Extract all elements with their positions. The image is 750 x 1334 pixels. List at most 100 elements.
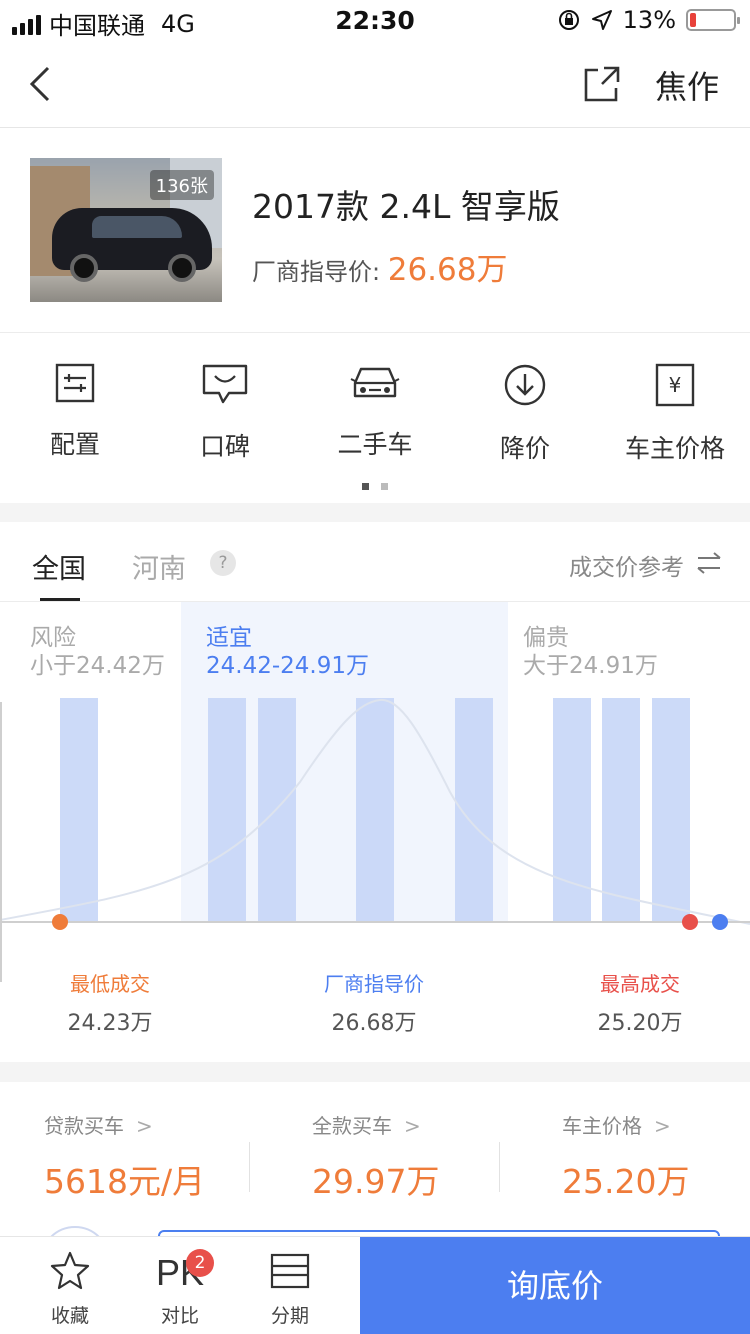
compare-count-badge: 2 [186, 1249, 214, 1277]
loan-option[interactable]: 贷款买车 > 5618元/月 [44, 1110, 205, 1203]
owner-price-label: 车主价格 [562, 1114, 642, 1138]
status-bar: 中国联通 4G 22:30 13% [0, 0, 750, 40]
swap-icon[interactable] [696, 550, 722, 576]
highest-price-dot [682, 914, 698, 930]
installment-button[interactable]: 分期 [240, 1249, 340, 1328]
region-tabs: 全国 河南 ? 成交价参考 [0, 522, 750, 602]
help-icon[interactable]: ? [210, 550, 236, 576]
func-label: 口碑 [199, 432, 250, 461]
tab-underline [40, 598, 80, 601]
func-label: 车主价格 [624, 434, 725, 463]
stat-guide-value: 26.68万 [331, 1011, 417, 1036]
share-icon[interactable] [582, 64, 622, 104]
car-header: 136张 2017款 2.4L 智享版 厂商指导价: 26.68万 [0, 128, 750, 333]
function-grid: 配置 口碑 二手车 降价 ¥ 车主价格 [0, 333, 750, 503]
svg-text:¥: ¥ [669, 373, 682, 397]
full-payment-label: 全款买车 [312, 1114, 392, 1138]
guide-price-value: 26.68万 [387, 252, 508, 288]
func-label: 降价 [499, 434, 550, 463]
func-label: 配置 [49, 430, 100, 459]
zone-fair-range: 24.42-24.91万 [206, 653, 369, 679]
func-used-car[interactable]: 二手车 [300, 363, 450, 461]
section-divider [0, 503, 750, 522]
owner-price-value: 25.20万 [562, 1162, 690, 1201]
loan-label: 贷款买车 [44, 1114, 124, 1138]
full-payment-option[interactable]: 全款买车 > 29.97万 [312, 1110, 439, 1203]
zone-fair: 适宜 24.42-24.91万 [206, 624, 369, 680]
stat-lowest: 最低成交 24.23万 [30, 968, 190, 1037]
price-reference-label[interactable]: 成交价参考 [569, 548, 684, 582]
chevron-right-icon: > [654, 1114, 671, 1138]
stat-highest-value: 25.20万 [597, 1011, 683, 1036]
stat-guide: 厂商指导价 26.68万 [294, 968, 454, 1037]
zone-risk: 风险 小于24.42万 [30, 624, 165, 680]
favorite-button[interactable]: 收藏 [20, 1249, 120, 1328]
compare-button[interactable]: PK 2 对比 [130, 1249, 230, 1328]
favorite-label: 收藏 [50, 1305, 89, 1327]
tab-national[interactable]: 全国 [32, 547, 86, 586]
price-bar-2 [208, 698, 246, 922]
price-bar-6 [553, 698, 591, 922]
price-bar-8 [652, 698, 690, 922]
loan-value: 5618元/月 [44, 1162, 206, 1201]
stat-guide-label: 厂商指导价 [324, 972, 424, 996]
zone-fair-title: 适宜 [206, 625, 252, 651]
guide-price-label: 厂商指导价: [252, 258, 381, 286]
price-bar-1 [60, 698, 98, 922]
func-price-drop[interactable]: 降价 [450, 363, 600, 465]
car-title: 2017款 2.4L 智享版 [252, 187, 560, 226]
stat-lowest-label: 最低成交 [70, 972, 150, 996]
divider [499, 1142, 500, 1192]
zone-risk-range: 小于24.42万 [30, 653, 165, 679]
chevron-right-icon: > [136, 1114, 153, 1138]
stat-highest-label: 最高成交 [600, 972, 680, 996]
func-comment[interactable]: 口碑 [150, 363, 300, 463]
config-icon [55, 363, 95, 403]
stat-highest: 最高成交 25.20万 [560, 968, 720, 1037]
page-indicator [0, 483, 750, 490]
purchase-options: 贷款买车 > 5618元/月 全款买车 > 29.97万 车主价格 > 25.20万 [0, 1082, 750, 1232]
zone-expensive-title: 偏贵 [523, 625, 569, 651]
card-icon [270, 1253, 310, 1289]
comment-icon [202, 364, 248, 404]
price-bar-4 [356, 698, 394, 922]
section-divider [0, 1062, 750, 1082]
nav-bar: 焦作 [0, 40, 750, 128]
zone-risk-title: 风险 [30, 625, 76, 651]
battery-percent: 13% [622, 6, 676, 34]
price-distribution-chart: 风险 小于24.42万 适宜 24.42-24.91万 偏贵 大于24.91万 … [0, 602, 750, 1062]
car-photo[interactable]: 136张 [30, 158, 222, 302]
bottom-bar: 收藏 PK 2 对比 分期 询底价 [0, 1236, 750, 1334]
func-owner-price[interactable]: ¥ 车主价格 [600, 363, 750, 465]
zone-expensive: 偏贵 大于24.91万 [523, 624, 658, 680]
guide-price: 厂商指导价: 26.68万 [252, 244, 507, 289]
battery-icon [686, 9, 740, 31]
price-bar-7 [602, 698, 640, 922]
owner-price-option[interactable]: 车主价格 > 25.20万 [562, 1110, 689, 1203]
pk-icon: PK [155, 1252, 205, 1293]
owner-price-icon: ¥ [655, 363, 695, 407]
lowest-price-dot [52, 914, 68, 930]
zone-expensive-range: 大于24.91万 [523, 653, 658, 679]
guide-price-dot [712, 914, 728, 930]
price-drop-icon [504, 364, 546, 406]
stat-lowest-value: 24.23万 [67, 1011, 153, 1036]
photo-count-badge: 136张 [149, 170, 214, 200]
used-car-icon [350, 367, 400, 398]
func-label: 二手车 [337, 430, 413, 459]
city-selector[interactable]: 焦作 [655, 62, 719, 108]
divider [249, 1142, 250, 1192]
tab-henan[interactable]: 河南 [132, 547, 186, 586]
price-bar-3 [258, 698, 296, 922]
chevron-right-icon: > [404, 1114, 421, 1138]
func-config[interactable]: 配置 [0, 363, 150, 461]
chevron-left-icon[interactable] [22, 62, 62, 106]
inquire-price-button[interactable]: 询底价 [360, 1237, 750, 1334]
status-right: 13% [557, 6, 740, 34]
installment-label: 分期 [270, 1305, 309, 1327]
location-icon [591, 10, 612, 30]
rotation-lock-icon [558, 10, 579, 30]
star-icon [50, 1251, 90, 1290]
compare-label: 对比 [160, 1305, 199, 1327]
full-payment-value: 29.97万 [312, 1162, 440, 1201]
